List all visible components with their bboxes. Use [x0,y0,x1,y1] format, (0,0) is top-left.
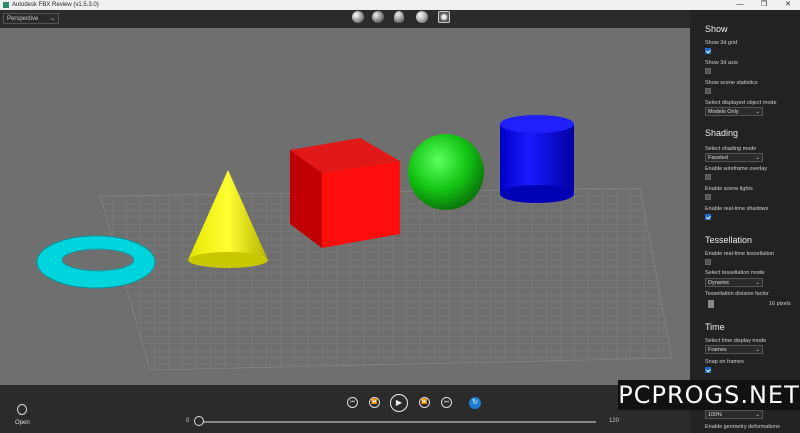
playback-speed-value: 100% [708,412,723,418]
wireframe-checkbox[interactable] [705,174,711,180]
tessellation-mode-select[interactable]: Dynamic ⌄ [705,278,763,287]
shading-sphere-icon[interactable] [352,11,364,23]
light-bulb-icon[interactable] [394,11,404,23]
show-grid-label: Show 3d grid [705,40,738,46]
time-display-value: Frames [708,347,727,353]
object-mode-value: Models Only [708,109,739,115]
show-stats-checkbox[interactable] [705,88,711,94]
realtime-tessellation-checkbox[interactable] [705,259,711,265]
shading-smooth-icon[interactable] [372,11,384,23]
shading-mode-label: Select shading mode [705,146,757,152]
shading-wire-icon[interactable] [438,11,450,23]
scene-lights-checkbox[interactable] [705,194,711,200]
skip-to-start-button[interactable]: ⏮ [347,397,358,408]
show-grid-checkbox[interactable] [705,48,711,54]
open-file-icon[interactable] [17,404,27,415]
shadows-checkbox[interactable] [705,214,711,220]
snap-frames-label: Snap on frames [705,359,744,365]
object-mode-label: Select displayed object mode [705,100,777,106]
realtime-tessellation-label: Enable real-time tessellation [705,251,775,257]
section-shading-heading: Shading [705,128,739,138]
show-axis-label: Show 3d axis [705,60,738,66]
step-forward-button[interactable]: ⏩ [419,397,430,408]
tessellation-factor-label: Tessellation division factor [705,291,769,297]
chevron-down-icon: ⌄ [755,412,760,418]
wireframe-label: Enable wireframe overlay [705,166,768,172]
window-title: Autodesk FBX Review (v1.5.3.0) [12,2,99,8]
time-display-label: Select time display mode [705,338,767,344]
shading-mode-value: Faceted [708,155,728,161]
transport-bar: Open [0,385,690,433]
section-show-heading: Show [705,24,728,34]
sphere-model [408,134,484,210]
show-stats-label: Show scene statistics [705,80,758,86]
timeline-thumb[interactable] [194,416,204,426]
skip-to-end-button[interactable]: ⏭ [441,397,452,408]
playback-speed-select[interactable]: 100% ⌄ [705,410,763,419]
tessellation-mode-label: Select tessellation mode [705,270,765,276]
step-back-button[interactable]: ⏪ [369,397,380,408]
shading-mode-select[interactable]: Faceted ⌄ [705,153,763,162]
title-bar: Autodesk FBX Review (v1.5.3.0) — ❐ ✕ [0,0,800,10]
snap-frames-checkbox[interactable] [705,367,711,373]
play-button[interactable]: ▶ [390,394,408,412]
chevron-down-icon: ⌄ [755,109,760,115]
chevron-down-icon: ⌄ [755,155,760,161]
object-mode-select[interactable]: Models Only ⌄ [705,107,763,116]
settings-panel[interactable]: Show Show 3d grid Show 3d axis Show scen… [690,10,800,433]
close-button[interactable]: ✕ [776,0,800,10]
cylinder-model [500,115,574,203]
timeline-end: 120 [609,418,620,424]
show-axis-checkbox[interactable] [705,68,711,74]
geometry-deformations-label: Enable geometry deformations [705,424,780,430]
open-label: Open [15,420,30,426]
timeline-track[interactable] [196,421,596,423]
camera-view-select[interactable]: Perspective ⌄ [3,13,59,24]
section-time-heading: Time [705,322,725,332]
camera-view-value: Perspective [7,16,39,22]
tessellation-mode-value: Dynamic [708,280,730,286]
chevron-down-icon: ⌄ [755,280,760,286]
watermark: PCPROGS.NET [618,380,800,410]
cube-model [290,138,400,248]
app-icon [3,2,9,8]
time-display-select[interactable]: Frames ⌄ [705,345,763,354]
minimize-button[interactable]: — [728,0,752,10]
loop-icon[interactable]: ↻ [469,397,481,409]
shadows-label: Enable real-time shadows [705,206,769,212]
maximize-button[interactable]: ❐ [752,0,776,10]
section-tessellation-heading: Tessellation [705,235,753,245]
tessellation-factor-value: 16 pixels [769,301,791,307]
torus-model [36,235,156,289]
chevron-down-icon: ⌄ [755,347,760,353]
scene-lights-label: Enable scene lights [705,186,753,192]
timeline-start: 0 [186,418,190,424]
chevron-down-icon: ⌄ [49,16,55,22]
scene-render [36,115,673,371]
shading-matte-icon[interactable] [416,11,428,23]
3d-viewport[interactable] [0,28,690,385]
tessellation-factor-slider[interactable] [708,300,714,308]
viewport-toolbar: Perspective ⌄ [0,10,690,28]
